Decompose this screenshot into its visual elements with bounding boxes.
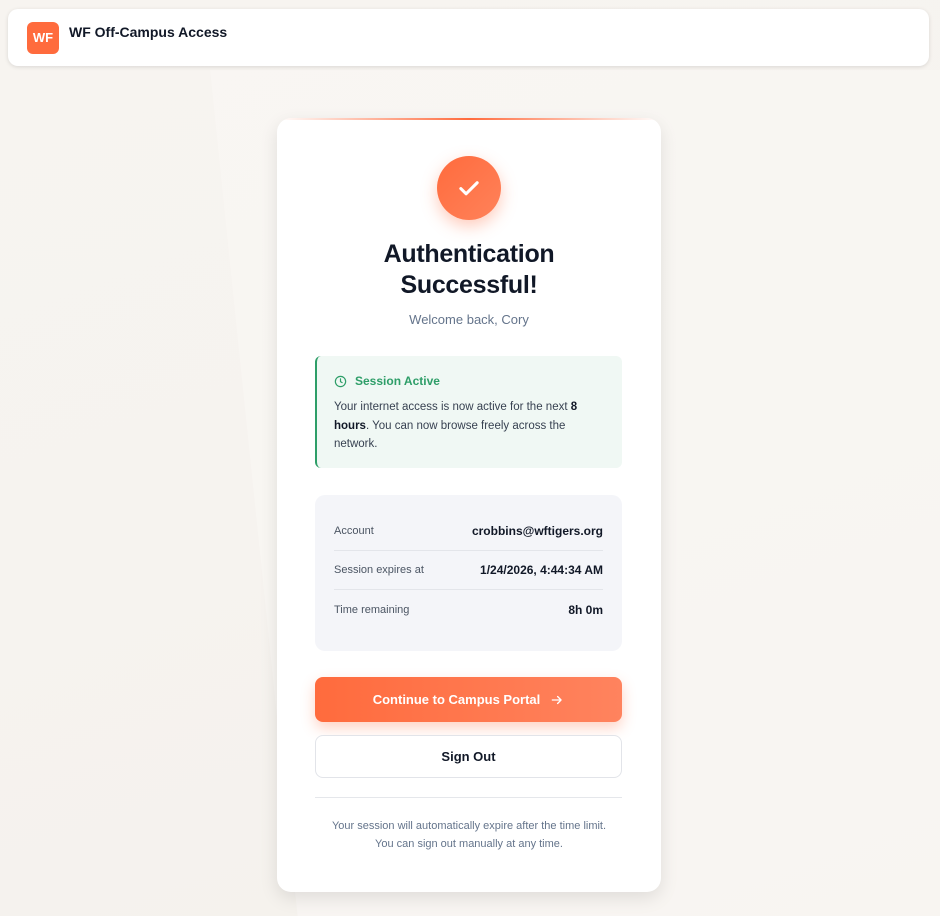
- expires-value: 1/24/2026, 4:44:34 AM: [480, 563, 603, 577]
- detail-label: Session expires at: [334, 564, 424, 576]
- continue-button-label: Continue to Campus Portal: [372, 692, 541, 707]
- card-accent-line: [277, 118, 661, 120]
- session-details: Account crobbins@wftigers.org Session ex…: [315, 495, 622, 651]
- sign-out-button[interactable]: Sign Out: [315, 735, 622, 778]
- session-description: Your internet access is now active for t…: [334, 398, 605, 454]
- footer-note: Your session will automatically expire a…: [277, 817, 661, 853]
- detail-label: Account: [334, 525, 374, 537]
- top-bar: WF WF Off-Campus Access: [8, 9, 929, 66]
- account-value: crobbins@wftigers.org: [471, 524, 603, 538]
- app-title: WF Off-Campus Access: [69, 23, 228, 40]
- app-logo[interactable]: WF: [27, 21, 59, 54]
- session-title: Session Active: [355, 374, 440, 388]
- arrow-right-icon: [551, 695, 563, 704]
- success-badge: [437, 156, 501, 220]
- session-text-before: Your internet access is now active for t…: [334, 401, 571, 413]
- sign-out-label: Sign Out: [441, 749, 496, 764]
- footer-line-2: You can sign out manually at any time.: [375, 838, 563, 850]
- footer-line-1: Your session will automatically expire a…: [331, 820, 607, 832]
- detail-row-remaining: Time remaining 8h 0m: [334, 590, 603, 629]
- detail-row-expires: Session expires at 1/24/2026, 4:44:34 AM: [334, 551, 603, 590]
- remaining-value: 8h 0m: [568, 602, 603, 617]
- page-title: Authentication Successful!: [383, 240, 555, 299]
- success-card: Authentication Successful! Welcome back,…: [277, 118, 661, 892]
- divider: [315, 797, 622, 798]
- session-text-after: . You can now browse freely across the n…: [334, 419, 566, 451]
- detail-label: Time remaining: [334, 603, 410, 616]
- detail-row-account: Account crobbins@wftigers.org: [334, 512, 603, 551]
- welcome-message: Welcome back, Cory: [409, 312, 529, 327]
- checkmark-icon: [459, 181, 479, 196]
- clock-icon: [334, 375, 347, 387]
- session-status-panel: Session Active Your internet access is n…: [315, 356, 622, 468]
- continue-to-portal-button[interactable]: Continue to Campus Portal: [315, 677, 622, 722]
- logo-text: WF: [32, 30, 54, 45]
